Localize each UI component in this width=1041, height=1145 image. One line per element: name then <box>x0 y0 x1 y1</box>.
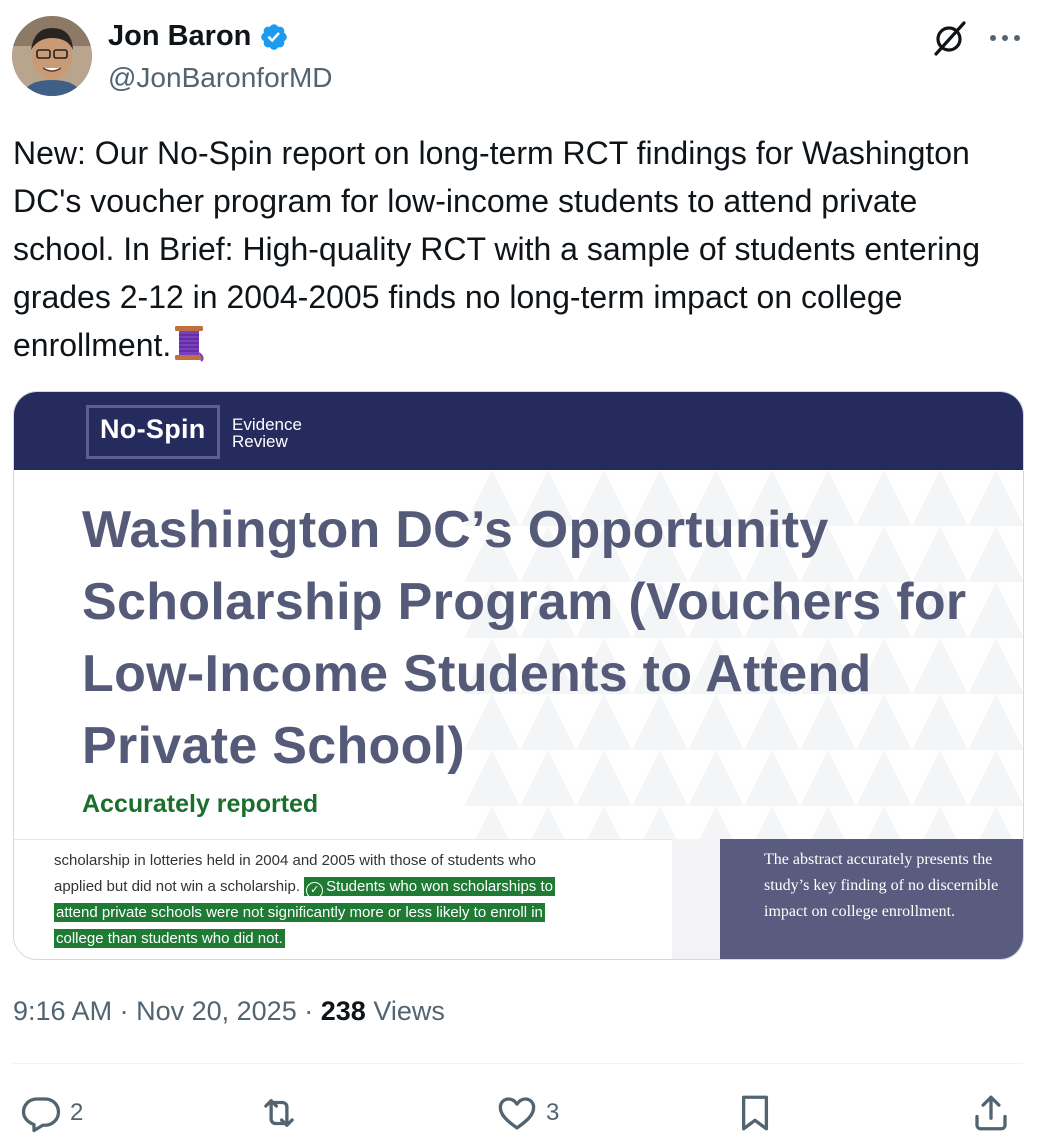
bookmark-button[interactable] <box>734 1092 776 1134</box>
excerpt-plain: applied but did not win a scholarship. <box>54 878 300 895</box>
like-button[interactable]: 3 <box>496 1092 559 1134</box>
repost-icon <box>264 1099 294 1127</box>
sidebox-text: The abstract accurately presents the stu… <box>764 851 999 920</box>
reply-button[interactable]: 2 <box>20 1092 83 1134</box>
like-count: 3 <box>546 1099 560 1126</box>
grok-icon[interactable] <box>930 18 970 58</box>
share-icon <box>975 1095 1007 1131</box>
bookmark-icon <box>741 1095 769 1131</box>
avatar[interactable] <box>12 16 92 96</box>
excerpt-line: scholarship in lotteries held in 2004 an… <box>54 852 536 869</box>
divider <box>13 1063 1023 1064</box>
repost-button[interactable] <box>258 1092 308 1134</box>
more-icon[interactable] <box>988 26 1022 50</box>
author-name-row: Jon Baron <box>108 20 289 53</box>
excerpt-highlight: college than students who did not. <box>54 929 285 948</box>
author-handle[interactable]: @JonBaronforMD <box>108 62 333 94</box>
views-count: 238 <box>320 996 366 1026</box>
excerpt-line: college than students who did not. <box>54 926 664 952</box>
share-button[interactable] <box>970 1092 1012 1134</box>
card-header: No-Spin Evidence Review <box>14 392 1023 470</box>
evidence-review-label: Evidence Review <box>232 416 302 450</box>
heart-icon <box>498 1097 536 1130</box>
spool-of-thread-icon <box>175 326 204 362</box>
verdict-label: Accurately reported <box>82 790 319 818</box>
reply-icon <box>21 1097 61 1133</box>
excerpt-highlight-text: Students who won scholarships to <box>326 878 553 895</box>
summary-sidebox: The abstract accurately presents the stu… <box>720 839 1023 959</box>
tweet-meta: 9:16 AM · Nov 20, 2025 · 238 Views <box>13 996 445 1027</box>
excerpt-text: scholarship in lotteries held in 2004 an… <box>54 848 664 952</box>
meta-separator: · <box>304 996 314 1026</box>
reply-count: 2 <box>70 1099 84 1126</box>
tweet-text: New: Our No-Spin report on long-term RCT… <box>13 129 1013 369</box>
link-card[interactable]: No-Spin Evidence Review Washington DC’s … <box>13 391 1024 960</box>
excerpt-panel: scholarship in lotteries held in 2004 an… <box>14 839 672 959</box>
excerpt-line: applied but did not win a scholarship. ✓… <box>54 874 664 900</box>
views-label: Views <box>373 996 445 1026</box>
excerpt-highlight: attend private schools were not signific… <box>54 903 545 922</box>
excerpt-gap <box>672 839 720 959</box>
avatar-photo <box>12 16 92 96</box>
verified-badge-icon[interactable] <box>259 22 289 52</box>
meta-separator: · <box>119 996 129 1026</box>
author-name[interactable]: Jon Baron <box>108 20 251 53</box>
logo-sub-line-1: Evidence <box>232 415 302 434</box>
logo-sub-line-2: Review <box>232 432 288 451</box>
no-spin-logo: No-Spin <box>100 414 206 444</box>
card-title: Washington DC’s Opportunity Scholarship … <box>82 501 967 775</box>
tweet-date[interactable]: Nov 20, 2025 <box>136 996 297 1026</box>
tweet-body: New: Our No-Spin report on long-term RCT… <box>13 135 980 363</box>
excerpt-line: attend private schools were not signific… <box>54 900 664 926</box>
excerpt-highlight: ✓ Students who won scholarships to <box>304 877 555 899</box>
tweet-time[interactable]: 9:16 AM <box>13 996 112 1026</box>
check-circle-icon: ✓ <box>306 882 324 899</box>
